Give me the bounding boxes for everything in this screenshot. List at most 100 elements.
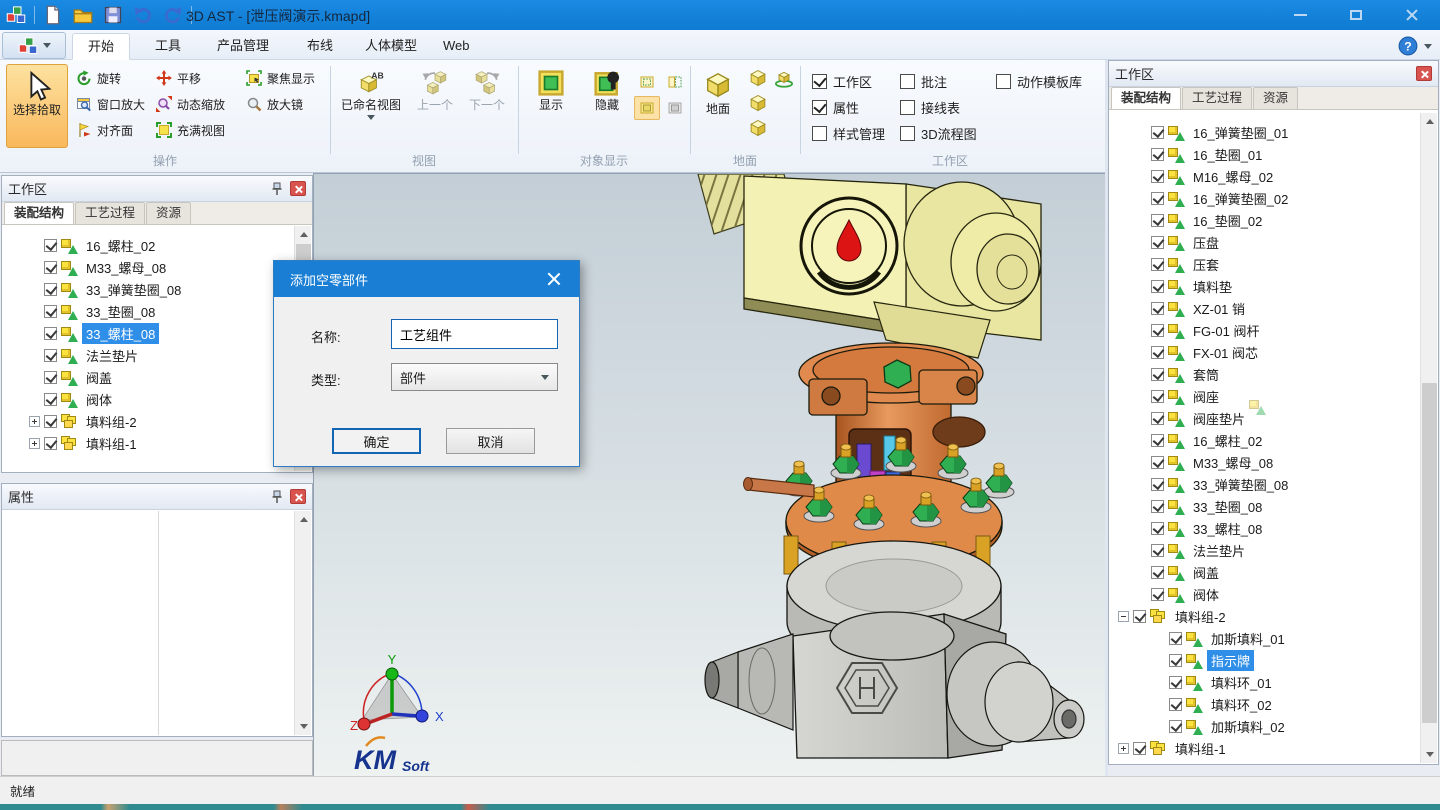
scroll-up-icon[interactable] xyxy=(1421,113,1438,130)
tree-item[interactable]: 16_垫圈_02 xyxy=(1110,209,1420,231)
select-pick-button[interactable]: 选择拾取 xyxy=(6,64,68,148)
visibility-checkbox[interactable] xyxy=(1133,610,1146,623)
pan-button[interactable]: 平移 xyxy=(156,68,201,88)
maximize-button[interactable] xyxy=(1328,0,1384,30)
ribbon-checkbox[interactable]: 工作区 xyxy=(812,68,885,94)
dialog-title-bar[interactable]: 添加空零部件 xyxy=(274,261,579,297)
visibility-checkbox[interactable] xyxy=(1151,236,1164,249)
tree-item[interactable]: 压盘 xyxy=(1110,231,1420,253)
previous-view-button[interactable]: 上一个 xyxy=(410,64,460,150)
ribbon-checkbox[interactable]: 3D流程图 xyxy=(900,120,977,146)
visibility-checkbox[interactable] xyxy=(44,393,57,406)
ribbon-checkbox[interactable]: 接线表 xyxy=(900,94,977,120)
tree-item[interactable]: 33_弹簧垫圈_08 xyxy=(1110,473,1420,495)
visibility-checkbox[interactable] xyxy=(1151,500,1164,513)
ribbon-checkbox[interactable]: 样式管理 xyxy=(812,120,885,146)
expander-icon[interactable] xyxy=(1118,743,1129,754)
visibility-checkbox[interactable] xyxy=(1151,214,1164,227)
tree-item[interactable]: 16_弹簧垫圈_02 xyxy=(1110,187,1420,209)
tree-item[interactable]: 16_垫圈_01 xyxy=(1110,143,1420,165)
tree-item[interactable]: 阀盖 xyxy=(1110,561,1420,583)
display-mode-button-3[interactable] xyxy=(634,96,660,120)
visibility-checkbox[interactable] xyxy=(44,283,57,296)
ribbon-checkbox[interactable]: 动作模板库 xyxy=(996,68,1082,94)
visibility-checkbox[interactable] xyxy=(1151,566,1164,579)
ground-option-button-3[interactable] xyxy=(748,118,768,138)
tree-item[interactable]: 16_螺柱_02 xyxy=(3,234,294,256)
tree-item[interactable]: 33_螺柱_08 xyxy=(1110,517,1420,539)
tree-item[interactable]: 法兰垫片 xyxy=(3,344,294,366)
visibility-checkbox[interactable] xyxy=(44,261,57,274)
tree-item[interactable]: XZ-01 销 xyxy=(1110,297,1420,319)
visibility-checkbox[interactable] xyxy=(1151,478,1164,491)
panel-close-button[interactable] xyxy=(1416,66,1432,81)
visibility-checkbox[interactable] xyxy=(1151,302,1164,315)
open-file-button[interactable] xyxy=(71,3,95,27)
scroll-thumb[interactable] xyxy=(1422,383,1437,723)
fit-view-button[interactable]: 充满视图 xyxy=(156,120,225,140)
chevron-down-icon[interactable] xyxy=(1424,44,1432,49)
ribbon-checkbox[interactable]: 属性 xyxy=(812,94,885,120)
dynamic-zoom-button[interactable]: 动态缩放 xyxy=(156,94,225,114)
visibility-checkbox[interactable] xyxy=(1133,742,1146,755)
visibility-checkbox[interactable] xyxy=(1151,170,1164,183)
tree-item[interactable]: 填料环_02 xyxy=(1110,693,1420,715)
tree-item[interactable]: 法兰垫片 xyxy=(1110,539,1420,561)
tree-item[interactable]: FG-01 阀杆 xyxy=(1110,319,1420,341)
save-button[interactable] xyxy=(101,3,125,27)
ribbon-checkbox[interactable]: 批注 xyxy=(900,68,977,94)
tree-item[interactable]: 阀体 xyxy=(1110,583,1420,605)
expander-icon[interactable] xyxy=(29,438,40,449)
visibility-checkbox[interactable] xyxy=(44,305,57,318)
visibility-checkbox[interactable] xyxy=(44,239,57,252)
magnifier-button[interactable]: 放大镜 xyxy=(246,94,303,114)
panel-close-button[interactable] xyxy=(290,489,306,504)
pin-icon[interactable] xyxy=(269,489,285,505)
scroll-up-icon[interactable] xyxy=(295,226,312,243)
help-icon[interactable] xyxy=(1398,36,1418,56)
tab-human-model[interactable]: 人体模型 xyxy=(350,33,432,60)
tree-item[interactable]: 33_弹簧垫圈_08 xyxy=(3,278,294,300)
tab-resources[interactable]: 资源 xyxy=(1253,87,1298,109)
scrollbar[interactable] xyxy=(1420,113,1437,763)
tab-resources[interactable]: 资源 xyxy=(146,202,191,224)
close-button[interactable] xyxy=(1384,0,1440,30)
visibility-checkbox[interactable] xyxy=(1151,390,1164,403)
visibility-checkbox[interactable] xyxy=(1151,258,1164,271)
type-select[interactable]: 部件 xyxy=(391,363,558,391)
focus-display-button[interactable]: 聚焦显示 xyxy=(246,68,315,88)
expander-icon[interactable] xyxy=(29,416,40,427)
tree-item[interactable]: 阀体 xyxy=(3,388,294,410)
minimize-button[interactable] xyxy=(1272,0,1328,30)
tree-item[interactable]: 加斯填料_02 xyxy=(1110,715,1420,737)
tree-item[interactable]: 33_螺柱_08 xyxy=(3,322,294,344)
new-file-button[interactable] xyxy=(41,3,65,27)
visibility-checkbox[interactable] xyxy=(1169,698,1182,711)
visibility-checkbox[interactable] xyxy=(1151,368,1164,381)
tab-process[interactable]: 工艺过程 xyxy=(75,202,145,224)
tab-web[interactable]: Web xyxy=(428,33,485,60)
visibility-checkbox[interactable] xyxy=(1169,676,1182,689)
visibility-checkbox[interactable] xyxy=(1169,654,1182,667)
visibility-checkbox[interactable] xyxy=(1151,588,1164,601)
tree-item[interactable]: M33_螺母_08 xyxy=(3,256,294,278)
panel-close-button[interactable] xyxy=(290,181,306,196)
tree-item[interactable]: 指示牌 xyxy=(1110,649,1420,671)
tree-item[interactable]: 33_垫圈_08 xyxy=(3,300,294,322)
visibility-checkbox[interactable] xyxy=(1151,434,1164,447)
tree-item[interactable]: M16_螺母_02 xyxy=(1110,165,1420,187)
tree-item[interactable]: 填料组-1 xyxy=(1110,737,1420,759)
display-mode-button-1[interactable] xyxy=(634,70,660,94)
tab-assembly-structure[interactable]: 装配结构 xyxy=(1111,87,1181,109)
visibility-checkbox[interactable] xyxy=(1151,148,1164,161)
tab-routing[interactable]: 布线 xyxy=(292,33,348,60)
visibility-checkbox[interactable] xyxy=(44,371,57,384)
ground-option-button-1[interactable] xyxy=(748,68,768,88)
visibility-checkbox[interactable] xyxy=(44,349,57,362)
tree-item[interactable]: 套筒 xyxy=(1110,363,1420,385)
ok-button[interactable]: 确定 xyxy=(332,428,421,454)
name-input[interactable] xyxy=(391,319,558,349)
named-views-button[interactable]: AB 已命名视图 xyxy=(336,64,406,150)
tab-assembly-structure[interactable]: 装配结构 xyxy=(4,202,74,224)
visibility-checkbox[interactable] xyxy=(1151,456,1164,469)
